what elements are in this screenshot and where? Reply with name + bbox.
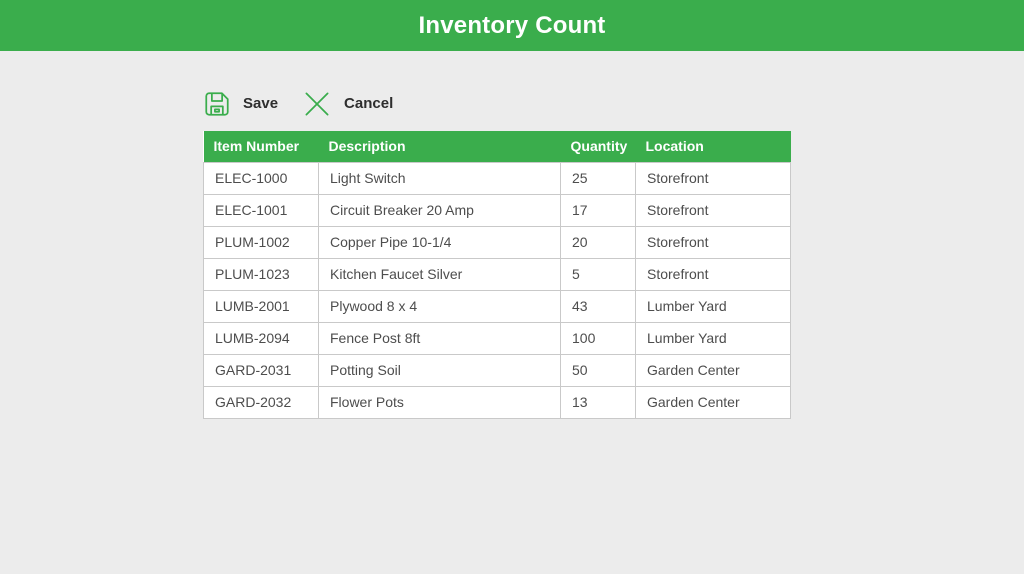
inventory-table-head: Item Number Description Quantity Locatio… [203, 131, 791, 162]
cell-location: Storefront [635, 193, 791, 227]
cell-location: Garden Center [635, 385, 791, 419]
cell-description: Potting Soil [318, 353, 561, 387]
cell-quantity: 25 [560, 161, 636, 195]
inventory-table: Item Number Description Quantity Locatio… [203, 131, 791, 419]
cell-location: Garden Center [635, 353, 791, 387]
cell-location: Storefront [635, 225, 791, 259]
cell-description: Plywood 8 x 4 [318, 289, 561, 323]
table-row[interactable]: LUMB-2094 Fence Post 8ft 100 Lumber Yard [203, 321, 791, 355]
cell-quantity: 100 [560, 321, 636, 355]
cell-quantity: 20 [560, 225, 636, 259]
main-content: Save Cancel Item Number Description Quan… [0, 51, 1024, 419]
table-row[interactable]: ELEC-1000 Light Switch 25 Storefront [203, 161, 791, 195]
cancel-button-label: Cancel [344, 95, 394, 112]
cell-quantity: 5 [560, 257, 636, 291]
cell-quantity: 17 [560, 193, 636, 227]
table-row[interactable]: ELEC-1001 Circuit Breaker 20 Amp 17 Stor… [203, 193, 791, 227]
save-button-label: Save [243, 95, 279, 112]
cell-item-number: LUMB-2001 [203, 289, 319, 323]
cell-location: Storefront [635, 257, 791, 291]
cell-item-number: PLUM-1002 [203, 225, 319, 259]
page-title: Inventory Count [418, 11, 606, 39]
cell-item-number: GARD-2031 [203, 353, 319, 387]
cell-item-number: PLUM-1023 [203, 257, 319, 291]
cell-description: Fence Post 8ft [318, 321, 561, 355]
column-header-location: Location [635, 131, 791, 162]
cell-description: Circuit Breaker 20 Amp [318, 193, 561, 227]
cancel-icon [302, 89, 332, 119]
table-row[interactable]: PLUM-1002 Copper Pipe 10-1/4 20 Storefro… [203, 225, 791, 259]
cell-quantity: 13 [560, 385, 636, 419]
toolbar: Save Cancel [203, 88, 1024, 119]
cell-description: Light Switch [318, 161, 561, 195]
cell-description: Kitchen Faucet Silver [318, 257, 561, 291]
cell-item-number: LUMB-2094 [203, 321, 319, 355]
column-header-description: Description [318, 131, 561, 162]
cell-location: Lumber Yard [635, 289, 791, 323]
cell-item-number: ELEC-1001 [203, 193, 319, 227]
table-row[interactable]: GARD-2031 Potting Soil 50 Garden Center [203, 353, 791, 387]
app-header: Inventory Count [0, 0, 1024, 51]
table-row[interactable]: GARD-2032 Flower Pots 13 Garden Center [203, 385, 791, 419]
inventory-table-body: ELEC-1000 Light Switch 25 Storefront ELE… [203, 161, 791, 419]
cell-location: Storefront [635, 161, 791, 195]
cell-item-number: ELEC-1000 [203, 161, 319, 195]
cell-quantity: 43 [560, 289, 636, 323]
table-row[interactable]: PLUM-1023 Kitchen Faucet Silver 5 Storef… [203, 257, 791, 291]
column-header-quantity: Quantity [560, 131, 636, 162]
column-header-item-number: Item Number [203, 131, 319, 162]
inventory-table-header-row: Item Number Description Quantity Locatio… [203, 131, 791, 162]
save-icon [203, 90, 231, 118]
cell-location: Lumber Yard [635, 321, 791, 355]
cell-description: Flower Pots [318, 385, 561, 419]
save-button[interactable]: Save [203, 90, 278, 118]
cell-description: Copper Pipe 10-1/4 [318, 225, 561, 259]
cell-item-number: GARD-2032 [203, 385, 319, 419]
cancel-button[interactable]: Cancel [302, 89, 393, 119]
cell-quantity: 50 [560, 353, 636, 387]
table-row[interactable]: LUMB-2001 Plywood 8 x 4 43 Lumber Yard [203, 289, 791, 323]
